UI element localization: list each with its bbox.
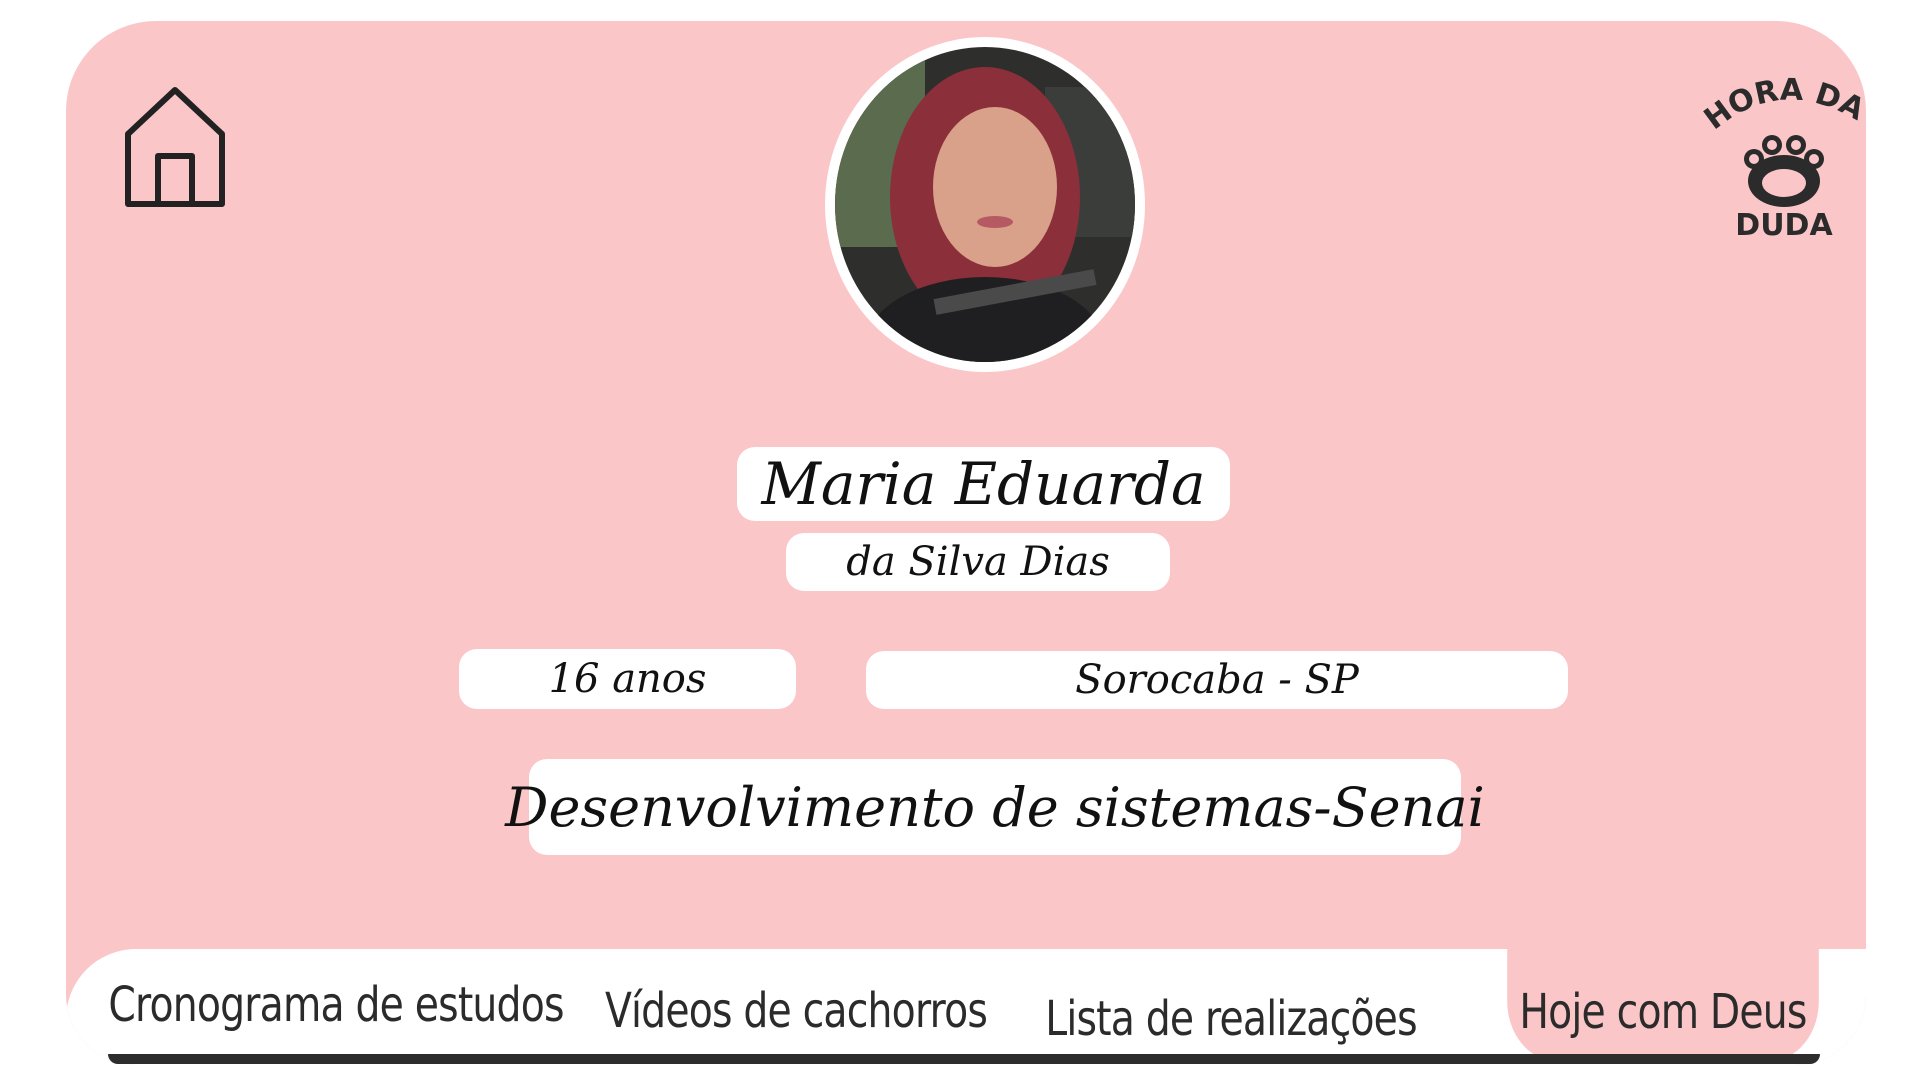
avatar <box>825 37 1145 372</box>
svg-text:HORA DA: HORA DA <box>1698 73 1866 137</box>
first-name: Maria Eduarda <box>737 447 1230 521</box>
logo-line2: DUDA <box>1735 208 1833 243</box>
paw-icon <box>1744 135 1824 207</box>
bottom-divider <box>108 1054 1820 1064</box>
hora-da-duda-logo: HORA DA DUDA <box>1696 63 1866 243</box>
home-icon[interactable] <box>120 84 230 208</box>
tab-videos-cachorros[interactable]: Vídeos de cachorros <box>605 955 988 1065</box>
age-badge: 16 anos <box>459 649 796 709</box>
avatar-photo <box>835 47 1135 362</box>
city-badge: Sorocaba - SP <box>866 651 1568 709</box>
tab-bar: Cronograma de estudos Vídeos de cachorro… <box>66 949 1866 1065</box>
tab-hoje-com-deus[interactable]: Hoje com Deus <box>1507 949 1819 1061</box>
profile-card: HORA DA DUDA <box>66 21 1866 1065</box>
last-name: da Silva Dias <box>786 533 1170 591</box>
tab-lista-realizacoes[interactable]: Lista de realizações <box>1045 963 1417 1065</box>
tab-cronograma[interactable]: Cronograma de estudos <box>108 949 564 1061</box>
logo-line1: HORA DA <box>1698 73 1866 137</box>
course-badge: Desenvolvimento de sistemas-Senai <box>505 759 1485 855</box>
